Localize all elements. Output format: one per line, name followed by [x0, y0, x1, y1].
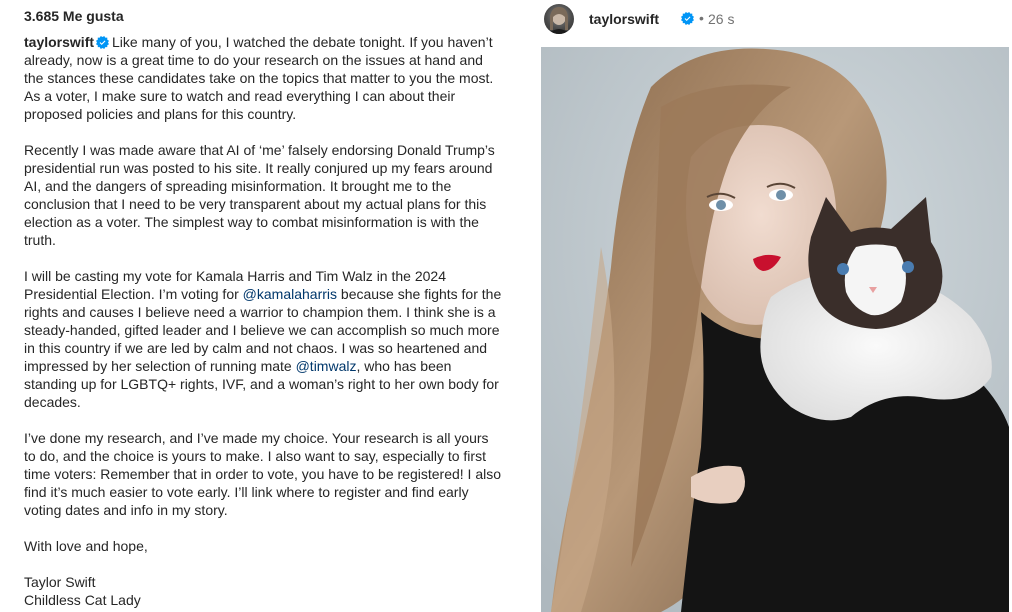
- avatar[interactable]: [544, 4, 574, 34]
- caption-signature-name: Taylor Swift: [24, 574, 96, 590]
- post-timestamp[interactable]: 26 s: [708, 11, 734, 27]
- caption-paragraph-4: I’ve done my research, and I’ve made my …: [24, 430, 502, 518]
- post-header-username[interactable]: taylorswift: [589, 11, 659, 27]
- caption-paragraph-2: Recently I was made aware that AI of ‘me…: [24, 142, 495, 248]
- caption-panel: 3.685 Me gusta taylorswift Like many of y…: [0, 0, 520, 612]
- post-photo[interactable]: [541, 47, 1009, 612]
- post-photo-icon: [541, 47, 1009, 612]
- caption-paragraph-5: With love and hope,: [24, 538, 148, 554]
- caption-signature-title: Childless Cat Lady: [24, 592, 141, 608]
- verified-badge-icon: [96, 36, 110, 49]
- caption-paragraph-3: I will be casting my vote for Kamala Har…: [24, 267, 502, 411]
- mention-timwalz[interactable]: @timwalz: [296, 358, 357, 374]
- header-verified-badge-icon: [681, 12, 694, 25]
- avatar-image-icon: [548, 7, 570, 34]
- post-caption: taylorswift Like many of you, I watched t…: [24, 33, 502, 609]
- separator-dot: •: [699, 10, 704, 26]
- likes-count[interactable]: 3.685 Me gusta: [24, 8, 124, 24]
- caption-username[interactable]: taylorswift: [24, 34, 94, 50]
- mention-kamalaharris[interactable]: @kamalaharris: [243, 286, 337, 302]
- caption-paragraph-1: Like many of you, I watched the debate t…: [24, 34, 494, 122]
- post-header: taylorswift • 26 s •••: [544, 4, 1012, 34]
- post-panel: taylorswift • 26 s •••: [520, 0, 1012, 612]
